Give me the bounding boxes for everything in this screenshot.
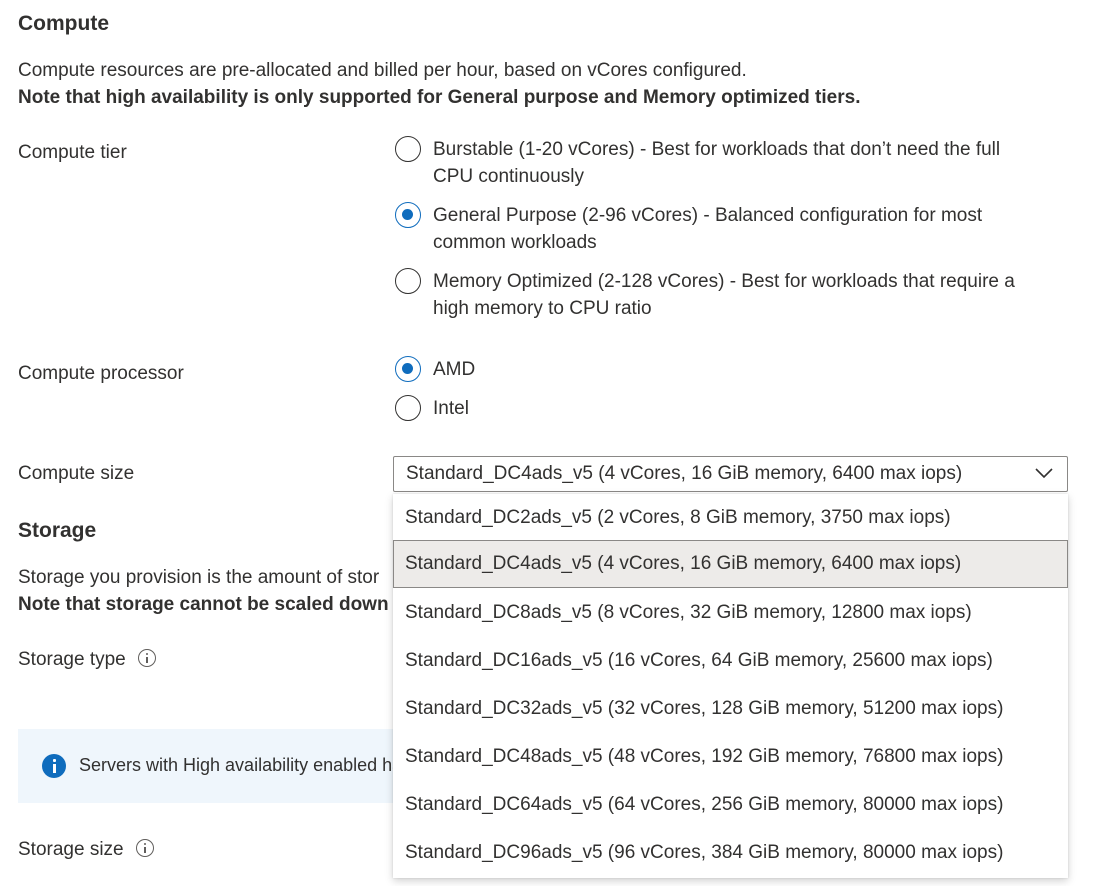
radio-unchecked-icon[interactable] [395,268,421,294]
info-icon[interactable] [137,648,156,667]
compute-size-option[interactable]: Standard_DC8ads_v5 (8 vCores, 32 GiB mem… [393,589,1068,637]
compute-size-option[interactable]: Standard_DC2ads_v5 (2 vCores, 8 GiB memo… [393,494,1068,542]
tier-option-label: General Purpose (2-96 vCores) - Balanced… [433,205,983,226]
compute-note: Note that high availability is only supp… [18,87,861,108]
chevron-down-icon [1035,468,1053,479]
storage-note: Note that storage cannot be scaled down [18,594,389,615]
compute-size-option-selected[interactable]: Standard_DC4ads_v5 (4 vCores, 16 GiB mem… [393,540,1068,588]
tier-option-label: CPU continuously [433,166,585,187]
radio-unchecked-icon[interactable] [395,136,421,162]
compute-size-options-list: Standard_DC2ads_v5 (2 vCores, 8 GiB memo… [393,494,1068,878]
storage-heading: Storage [18,519,97,542]
compute-size-option[interactable]: Standard_DC64ads_v5 (64 vCores, 256 GiB … [393,781,1068,829]
compute-size-option[interactable]: Standard_DC32ads_v5 (32 vCores, 128 GiB … [393,685,1068,733]
compute-size-option[interactable]: Standard_DC16ads_v5 (16 vCores, 64 GiB m… [393,637,1068,685]
compute-size-selected-value: Standard_DC4ads_v5 (4 vCores, 16 GiB mem… [406,463,963,484]
radio-checked-icon[interactable] [395,202,421,228]
compute-description: Compute resources are pre-allocated and … [18,60,747,81]
compute-size-option[interactable]: Standard_DC96ads_v5 (96 vCores, 384 GiB … [393,829,1068,877]
compute-size-dropdown[interactable]: Standard_DC4ads_v5 (4 vCores, 16 GiB mem… [393,456,1068,492]
processor-option-label: Intel [433,398,469,419]
compute-heading: Compute [18,12,109,35]
storage-size-label: Storage size [18,839,124,860]
radio-unchecked-icon[interactable] [395,395,421,421]
tier-option-label: common workloads [433,232,597,253]
storage-size-label-row: Storage size [18,838,154,861]
compute-size-option[interactable]: Standard_DC48ads_v5 (48 vCores, 192 GiB … [393,733,1068,781]
storage-description: Storage you provision is the amount of s… [18,567,380,588]
compute-processor-label: Compute processor [18,363,184,384]
processor-option-intel[interactable]: Intel [395,395,469,422]
ha-info-banner: Servers with High availability enabled h… [18,729,402,803]
info-filled-icon [42,754,66,778]
radio-checked-icon[interactable] [395,356,421,382]
tier-option-label: Burstable (1-20 vCores) - Best for workl… [433,139,1001,160]
tier-option-burstable[interactable]: Burstable (1-20 vCores) - Best for workl… [395,136,1000,190]
compute-size-label: Compute size [18,463,135,484]
info-icon[interactable] [135,838,154,857]
ha-info-text: Servers with High availability enabled h… [79,755,403,775]
tier-option-memory-optimized[interactable]: Memory Optimized (2-128 vCores) - Best f… [395,268,1015,322]
processor-option-amd[interactable]: AMD [395,356,475,383]
storage-type-label-row: Storage type [18,648,156,671]
tier-option-general-purpose[interactable]: General Purpose (2-96 vCores) - Balanced… [395,202,982,256]
tier-option-label: Memory Optimized (2-128 vCores) - Best f… [433,271,1015,292]
tier-option-label: high memory to CPU ratio [433,298,652,319]
compute-tier-label: Compute tier [18,142,127,163]
processor-option-label: AMD [433,359,476,380]
storage-type-label: Storage type [18,649,126,670]
